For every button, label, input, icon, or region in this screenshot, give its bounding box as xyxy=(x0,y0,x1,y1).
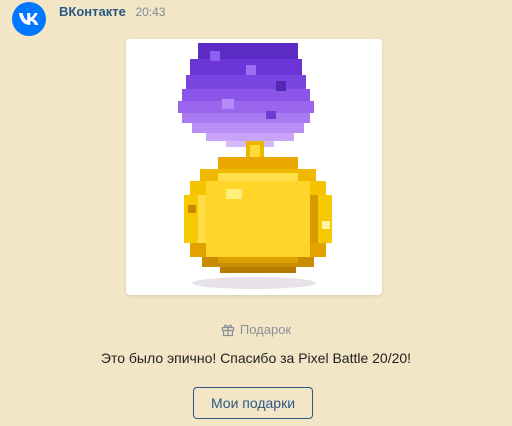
pixel-medal-icon xyxy=(178,43,332,289)
gift-label-text: Подарок xyxy=(239,322,292,337)
my-gifts-button[interactable]: Мои подарки xyxy=(193,387,313,419)
message-time[interactable]: 20:43 xyxy=(135,5,165,19)
gift-image[interactable] xyxy=(126,39,382,295)
vk-logo-icon xyxy=(19,13,39,25)
sender-name[interactable]: ВКонтакте xyxy=(59,4,126,19)
gift-label: Подарок xyxy=(0,322,512,337)
message-header: ВКонтакте 20:43 xyxy=(59,4,165,20)
gift-message: Это было эпично! Спасибо за Pixel Battle… xyxy=(100,350,412,366)
vk-avatar[interactable] xyxy=(12,2,46,36)
gift-icon xyxy=(221,323,235,337)
